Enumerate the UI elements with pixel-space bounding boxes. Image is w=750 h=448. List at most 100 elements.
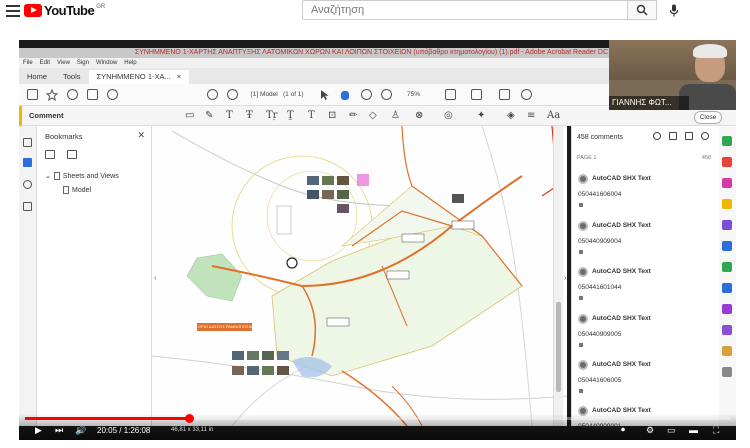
zoom-out-icon[interactable] [361, 89, 372, 100]
page-up-icon[interactable] [207, 89, 218, 100]
lock-icon [579, 203, 583, 207]
comment-author: AutoCAD SHX Text [592, 222, 651, 229]
play-icon[interactable]: ▶ [35, 425, 42, 436]
sign-pen-icon[interactable] [499, 89, 510, 100]
menu-view[interactable]: View [57, 58, 70, 68]
bookmark-options-icon[interactable] [45, 150, 55, 159]
video-player[interactable]: ΣΥΝΗΜΜΕΝΟ 1-ΧΑΡΤΗΣ ΑΝΑΠΤΥΞΗΣ ΛΑΤΟΜΙΚΩΝ Χ… [19, 40, 736, 440]
zoom-in-icon[interactable] [381, 89, 392, 100]
hamburger-menu-icon[interactable] [6, 5, 20, 17]
page-label[interactable]: [1] Model [251, 91, 278, 98]
bookmark-item-sheets[interactable]: ⌄ Sheets and Views [45, 172, 119, 180]
miniplayer-icon[interactable]: ▭ [667, 425, 676, 436]
attachments-icon[interactable] [23, 180, 32, 189]
theater-mode-icon[interactable]: ▬ [689, 425, 698, 435]
scroll-thumb[interactable] [556, 302, 561, 392]
progress-bar[interactable] [25, 414, 730, 423]
text-box-icon[interactable]: T [308, 110, 315, 122]
underline-icon[interactable]: Ṯ [287, 110, 294, 122]
save-icon[interactable] [27, 89, 38, 100]
protect-icon[interactable] [722, 262, 732, 272]
edit-pdf-icon[interactable] [722, 178, 732, 188]
menu-file[interactable]: File [23, 58, 33, 68]
fit-page-icon[interactable] [445, 89, 456, 100]
filter-icon[interactable] [685, 132, 693, 140]
fullscreen-icon[interactable]: ⛶ [713, 425, 719, 436]
more-tools-icon[interactable] [521, 89, 532, 100]
comment-value: 050440909004 [578, 238, 622, 245]
stamp-icon[interactable]: ♙ [391, 110, 400, 122]
more-options-icon[interactable] [701, 132, 709, 140]
eraser-icon[interactable]: ◇ [369, 110, 377, 122]
star-icon[interactable] [45, 88, 59, 102]
upload-cloud-icon[interactable] [67, 89, 78, 100]
lock-icon [579, 389, 583, 393]
collapse-right-arrow[interactable]: › [564, 275, 566, 282]
zoom-level[interactable]: 75% [407, 91, 420, 98]
print-production-icon[interactable] [722, 346, 732, 356]
menu-sign[interactable]: Sign [77, 58, 89, 68]
attach-icon[interactable]: ⊗ [415, 110, 423, 122]
highlight-pen-icon[interactable]: ✎ [205, 110, 213, 122]
mic-button[interactable] [667, 3, 681, 17]
forest-boundary-label: ΟΡΙΟ ΔΑΣΟΥΣ ΡΑΜΝΟΠΟΣΙΑΣ [198, 324, 256, 329]
sort-icon[interactable] [669, 132, 677, 140]
autoplay-toggle-icon[interactable]: ⏺ [621, 425, 625, 435]
settings-gear-icon[interactable]: ⚙ [646, 425, 654, 436]
tab-close-icon[interactable]: × [177, 70, 181, 84]
right-tools-column [719, 126, 736, 426]
replace-text-icon[interactable]: Tŗ [266, 110, 277, 122]
search-input[interactable]: Αναζήτηση [302, 0, 628, 20]
vertical-scrollbar[interactable] [553, 126, 563, 426]
fill-icon[interactable]: ◈ [507, 110, 515, 122]
chevron-down-icon[interactable]: ⌄ [45, 172, 51, 180]
tab-tools[interactable]: Tools [55, 70, 89, 84]
search-icon[interactable] [653, 132, 661, 140]
collapse-left-arrow[interactable]: ‹ [154, 275, 156, 282]
lines-icon[interactable]: ≡ [527, 110, 535, 122]
draw-pencil-icon[interactable]: ✏ [349, 110, 357, 122]
progress-scrubber[interactable] [185, 414, 195, 423]
export-pdf-icon[interactable] [722, 136, 732, 146]
page-down-icon[interactable] [227, 89, 238, 100]
tab-home[interactable]: Home [19, 70, 55, 84]
sticky-note-icon[interactable]: ▭ [185, 110, 194, 122]
search-button[interactable] [627, 0, 657, 20]
fill-sign-icon[interactable] [722, 304, 732, 314]
menu-help[interactable]: Help [124, 58, 136, 68]
close-icon[interactable]: ✕ [137, 130, 145, 141]
bookmark-item-model[interactable]: Model [63, 186, 91, 194]
comment-tool-icon[interactable] [722, 199, 732, 209]
font-aa-icon[interactable]: Aa [547, 110, 560, 122]
text-t-icon[interactable]: T [226, 110, 233, 122]
send-signature-icon[interactable] [722, 325, 732, 335]
compress-icon[interactable] [722, 283, 732, 293]
next-icon[interactable]: ⏭ [55, 425, 63, 436]
pages-thumbnail-icon[interactable] [23, 138, 32, 147]
scroll-mode-icon[interactable] [471, 89, 482, 100]
menu-edit[interactable]: Edit [40, 58, 50, 68]
create-pdf-icon[interactable] [722, 157, 732, 167]
comment-author: AutoCAD SHX Text [592, 315, 651, 322]
select-cursor-icon[interactable] [319, 89, 330, 100]
pin-icon[interactable]: ✦ [477, 110, 485, 122]
close-comment-button[interactable]: Close [694, 111, 722, 124]
youtube-logo[interactable]: YouTube GR [24, 3, 105, 18]
text-frame-icon[interactable]: ⊡ [328, 110, 336, 122]
pdf-drawing-canvas[interactable]: ΟΡΙΟ ΔΑΣΟΥΣ ΡΑΜΝΟΠΟΣΙΑΣ [152, 126, 567, 426]
volume-icon[interactable]: 🔊 [75, 425, 86, 436]
comments-count: 458 comments [577, 134, 623, 141]
shapes-icon[interactable]: ◎ [444, 110, 453, 122]
hand-tool-icon[interactable] [339, 89, 350, 100]
more-tools-wrench-icon[interactable] [722, 367, 732, 377]
scan-ocr-icon[interactable] [722, 241, 732, 251]
print-icon[interactable] [87, 89, 98, 100]
organize-pages-icon[interactable] [722, 220, 732, 230]
strikethrough-icon[interactable]: Ŧ [246, 110, 253, 122]
bookmark-new-icon[interactable] [67, 150, 77, 159]
menu-window[interactable]: Window [96, 58, 117, 68]
tab-document[interactable]: ΣΥΝΗΜΜΕΝΟ 1-ΧΑ... × [88, 70, 190, 84]
zoom-search-icon[interactable] [107, 89, 118, 100]
bookmark-icon[interactable] [23, 158, 32, 167]
layers-icon[interactable] [23, 202, 32, 211]
